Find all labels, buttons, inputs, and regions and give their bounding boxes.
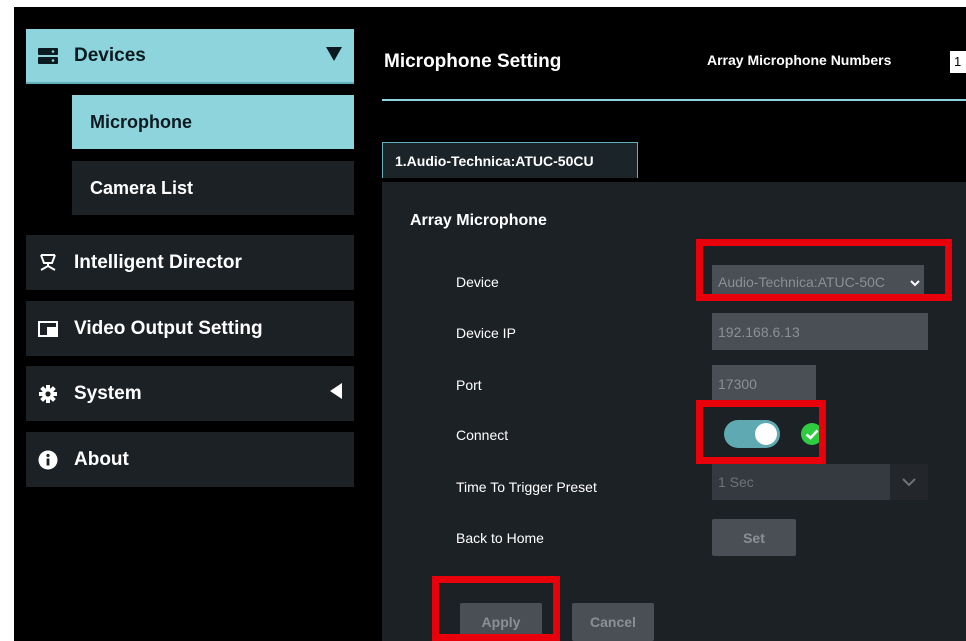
array-mic-numbers-select[interactable]: 1 bbox=[950, 51, 966, 73]
nav-microphone[interactable]: Microphone bbox=[72, 95, 354, 149]
port-placeholder: 17300 bbox=[718, 375, 757, 392]
set-button[interactable]: Set bbox=[712, 519, 796, 556]
trigger-preset-label: Time To Trigger Preset bbox=[456, 479, 597, 495]
connect-label: Connect bbox=[456, 427, 509, 443]
nav-intelligent-director-label: Intelligent Director bbox=[74, 251, 242, 273]
nav-about-label: About bbox=[74, 448, 129, 470]
device-ip-input[interactable]: 192.168.6.13 bbox=[712, 313, 928, 350]
nav-devices[interactable]: Devices bbox=[26, 29, 354, 84]
device-label: Device bbox=[456, 274, 499, 290]
nav-intelligent-director[interactable]: Intelligent Director bbox=[26, 235, 354, 290]
nav-about[interactable]: About bbox=[26, 432, 354, 487]
chevron-down-icon bbox=[890, 464, 928, 500]
port-label: Port bbox=[456, 377, 482, 393]
cancel-button[interactable]: Cancel bbox=[572, 603, 654, 641]
nav-video-output-label: Video Output Setting bbox=[74, 317, 263, 339]
nav-microphone-label: Microphone bbox=[90, 111, 192, 132]
devices-icon bbox=[38, 46, 58, 66]
info-icon bbox=[38, 450, 58, 470]
trigger-preset-value: 1 Sec bbox=[718, 474, 754, 490]
sidebar: Devices Microphone Camera List Intellige… bbox=[14, 7, 356, 641]
device-tab-label: 1.Audio-Technica:ATUC-50CU bbox=[395, 152, 594, 169]
device-ip-placeholder: 192.168.6.13 bbox=[718, 323, 800, 340]
caret-left-icon bbox=[330, 382, 342, 405]
apply-highlight-box bbox=[432, 576, 560, 641]
device-ip-label: Device IP bbox=[456, 325, 516, 341]
back-home-label: Back to Home bbox=[456, 530, 544, 546]
video-output-icon bbox=[38, 319, 58, 339]
panel-title: Array Microphone bbox=[410, 212, 547, 229]
device-highlight-box bbox=[696, 239, 952, 301]
caret-down-icon bbox=[326, 45, 342, 67]
nav-system[interactable]: System bbox=[26, 366, 354, 421]
port-input[interactable]: 17300 bbox=[712, 365, 816, 402]
nav-system-label: System bbox=[74, 382, 142, 404]
array-mic-numbers-label: Array Microphone Numbers bbox=[707, 52, 892, 68]
nav-devices-label: Devices bbox=[74, 44, 146, 66]
page-title: Microphone Setting bbox=[384, 51, 562, 72]
app-window: Devices Microphone Camera List Intellige… bbox=[14, 7, 966, 641]
trigger-preset-select[interactable]: 1 Sec bbox=[712, 464, 928, 500]
device-tab[interactable]: 1.Audio-Technica:ATUC-50CU bbox=[382, 142, 638, 178]
director-icon bbox=[38, 253, 58, 273]
connect-highlight-box bbox=[696, 400, 826, 464]
nav-video-output[interactable]: Video Output Setting bbox=[26, 301, 354, 356]
gear-icon bbox=[38, 384, 58, 404]
title-divider bbox=[382, 99, 966, 101]
nav-camera-list[interactable]: Camera List bbox=[72, 161, 354, 215]
main-content: Microphone Setting Array Microphone Numb… bbox=[370, 7, 966, 641]
nav-camera-list-label: Camera List bbox=[90, 177, 194, 198]
